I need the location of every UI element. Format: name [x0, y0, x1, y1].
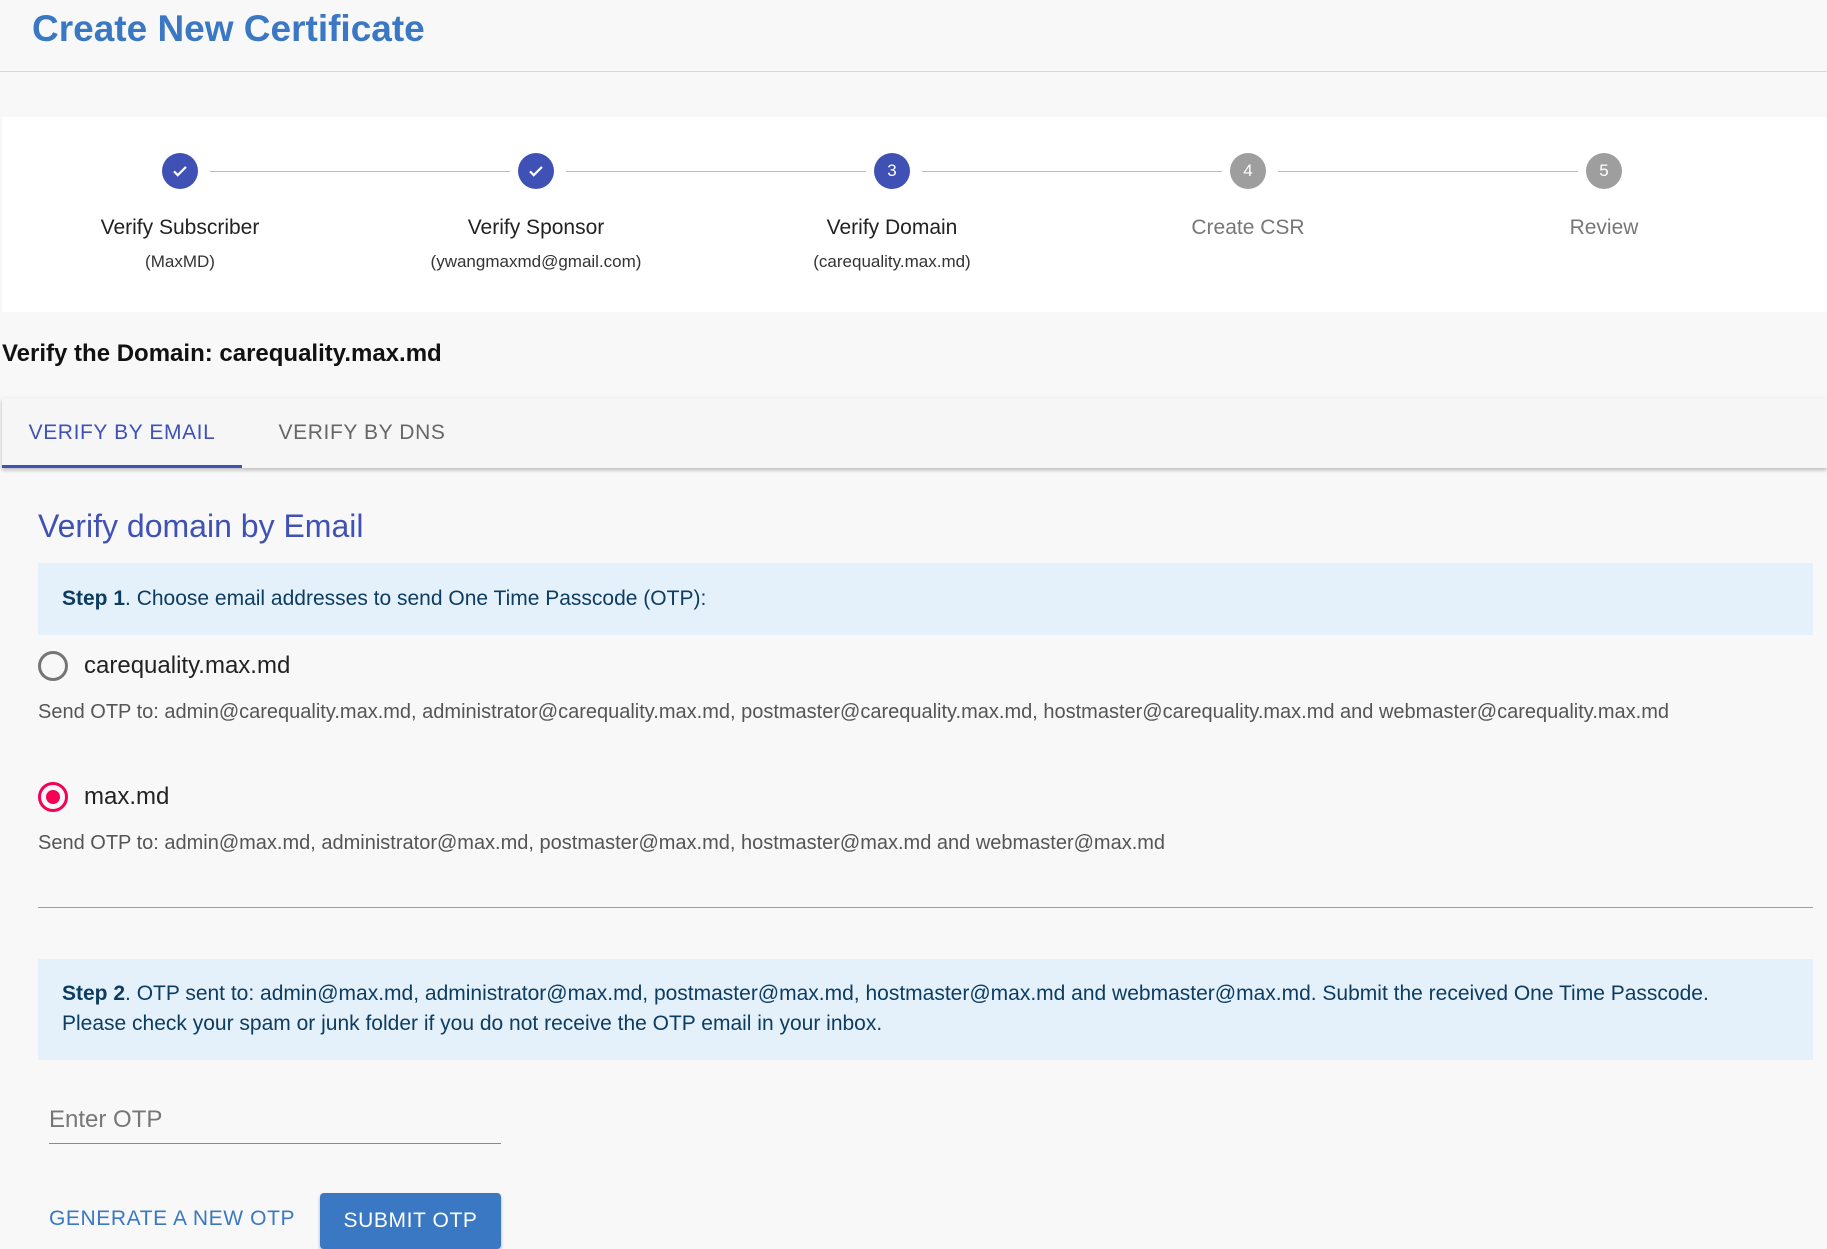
- radio-button[interactable]: [38, 651, 68, 681]
- check-icon: [162, 153, 198, 189]
- generate-new-otp-button[interactable]: GENERATE A NEW OTP: [49, 1193, 295, 1245]
- step-label: Review: [1569, 216, 1639, 239]
- otp-recipients: Send OTP to: admin@carequality.max.md, a…: [38, 701, 1670, 723]
- step-number: 5: [1586, 153, 1622, 189]
- divider: [38, 907, 1813, 908]
- step-verify-subscriber: Verify Subscriber (MaxMD): [2, 117, 358, 312]
- step-verify-domain: 3 Verify Domain (carequality.max.md): [714, 117, 1070, 312]
- check-icon: [518, 153, 554, 189]
- domain-heading: Verify the Domain: carequality.max.md: [2, 340, 442, 367]
- step2-text: . OTP sent to: admin@max.md, administrat…: [125, 982, 1709, 1005]
- step-sublabel: (carequality.max.md): [813, 252, 971, 271]
- step-sublabel: (MaxMD): [145, 252, 215, 271]
- radio-option-max-md[interactable]: max.md: [38, 782, 169, 812]
- tab-bar: VERIFY BY EMAIL VERIFY BY DNS: [2, 398, 1827, 468]
- step-sublabel: (ywangmaxmd@gmail.com): [430, 252, 642, 271]
- otp-input[interactable]: [49, 1096, 501, 1144]
- step-number: 3: [874, 153, 910, 189]
- radio-option-carequality[interactable]: carequality.max.md: [38, 651, 290, 681]
- step-create-csr: 4 Create CSR: [1070, 117, 1426, 312]
- step-label: Verify Subscriber: [100, 216, 260, 239]
- submit-otp-button[interactable]: SUBMIT OTP: [320, 1193, 501, 1249]
- step1-info-box: Step 1. Choose email addresses to send O…: [38, 563, 1813, 635]
- title-divider: [0, 71, 1827, 72]
- otp-recipients: Send OTP to: admin@max.md, administrator…: [38, 832, 1166, 854]
- step2-line: Step 2. OTP sent to: admin@max.md, admin…: [62, 979, 1789, 1009]
- step-label: Verify Sponsor: [467, 216, 605, 239]
- step1-text: . Choose email addresses to send One Tim…: [125, 587, 707, 610]
- page-title: Create New Certificate: [32, 8, 425, 49]
- step-number: 4: [1230, 153, 1266, 189]
- step2-info-box: Step 2. OTP sent to: admin@max.md, admin…: [38, 959, 1813, 1060]
- tab-verify-by-email[interactable]: VERIFY BY EMAIL: [2, 398, 242, 468]
- radio-label[interactable]: max.md: [84, 783, 169, 811]
- step-label: Create CSR: [1191, 216, 1305, 239]
- step1-prefix: Step 1: [62, 587, 126, 610]
- tab-verify-by-dns[interactable]: VERIFY BY DNS: [242, 398, 482, 468]
- radio-button[interactable]: [38, 782, 68, 812]
- step2-prefix: Step 2: [62, 982, 126, 1005]
- step-review: 5 Review: [1426, 117, 1782, 312]
- step-verify-sponsor: Verify Sponsor (ywangmaxmd@gmail.com): [358, 117, 714, 312]
- step-label: Verify Domain: [826, 216, 958, 239]
- stepper: Verify Subscriber (MaxMD) Verify Sponsor…: [2, 117, 1827, 312]
- step2-note: Please check your spam or junk folder if…: [62, 1012, 883, 1035]
- section-title: Verify domain by Email: [38, 508, 364, 544]
- radio-label[interactable]: carequality.max.md: [84, 652, 290, 680]
